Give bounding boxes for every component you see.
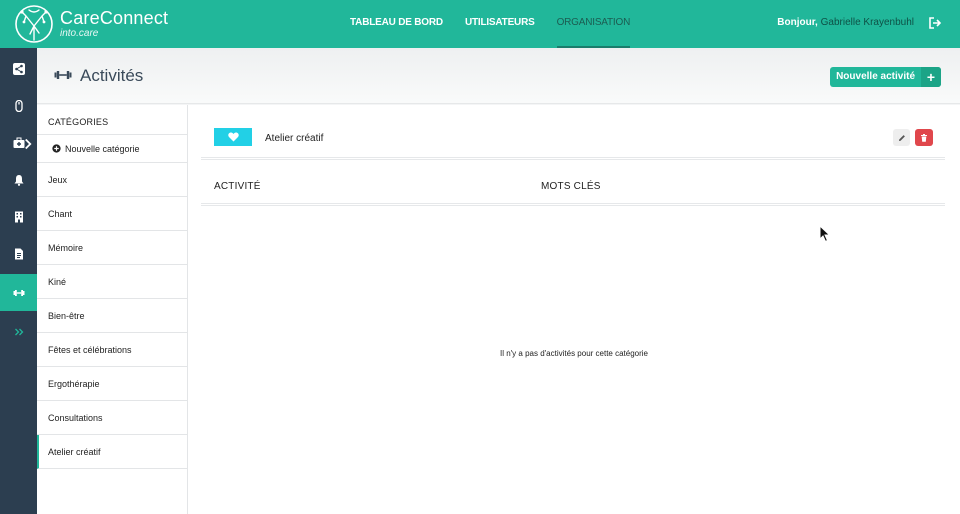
categories-panel: CATÉGORIES Nouvelle catégorie Jeux Chant… bbox=[37, 105, 188, 514]
main-nav: TABLEAU DE BORD UTILISATEURS ORGANISATIO… bbox=[350, 0, 652, 48]
user-greeting[interactable]: Bonjour, Gabrielle Krayenbuhl bbox=[777, 17, 914, 28]
rail-item-medkit[interactable] bbox=[0, 124, 37, 161]
category-item-atelier-creatif[interactable]: Atelier créatif bbox=[37, 435, 187, 469]
category-item-jeux[interactable]: Jeux bbox=[37, 163, 187, 197]
logout-icon[interactable] bbox=[928, 16, 942, 30]
category-color-chip bbox=[214, 128, 252, 146]
pencil-icon bbox=[898, 134, 905, 141]
share-icon bbox=[12, 62, 25, 75]
category-item-memoire[interactable]: Mémoire bbox=[37, 231, 187, 265]
delete-category-button[interactable] bbox=[915, 129, 933, 146]
building-icon bbox=[14, 211, 23, 222]
column-header-activity[interactable]: ACTIVITÉ bbox=[214, 181, 261, 192]
double-chevron-right-icon bbox=[14, 328, 23, 335]
heart-icon bbox=[227, 132, 239, 142]
brand-name: CareConnect bbox=[60, 8, 169, 28]
user-name: Gabrielle Krayenbuhl bbox=[820, 17, 914, 28]
activities-table-header: ACTIVITÉ MOTS CLÉS bbox=[201, 163, 945, 206]
nav-tableau-de-bord[interactable]: TABLEAU DE BORD bbox=[350, 0, 443, 48]
dumbbell-icon bbox=[54, 71, 72, 79]
greeting-text: Bonjour, bbox=[777, 17, 818, 28]
nav-utilisateurs[interactable]: UTILISATEURS bbox=[465, 0, 535, 48]
new-activity-button[interactable]: Nouvelle activité + bbox=[830, 67, 941, 87]
trash-icon bbox=[921, 133, 927, 142]
new-category-label: Nouvelle catégorie bbox=[65, 143, 140, 154]
category-item-chant[interactable]: Chant bbox=[37, 197, 187, 231]
selected-category-row: Atelier créatif bbox=[201, 105, 945, 160]
dumbbell-icon bbox=[13, 289, 24, 296]
category-item-consultations[interactable]: Consultations bbox=[37, 401, 187, 435]
brand-subtitle: into.care bbox=[60, 28, 99, 39]
new-category-button[interactable]: Nouvelle catégorie bbox=[37, 135, 187, 163]
rail-item-mouse[interactable] bbox=[0, 87, 37, 124]
left-rail bbox=[0, 48, 37, 514]
column-header-keywords[interactable]: MOTS CLÉS bbox=[541, 181, 601, 192]
brand: CareConnect into.care bbox=[60, 8, 168, 40]
activities-content: Atelier créatif ACTIVITÉ MOTS CLÉS Il n'… bbox=[188, 105, 960, 514]
category-item-ergotherapie[interactable]: Ergothérapie bbox=[37, 367, 187, 401]
rail-item-notifications[interactable] bbox=[0, 161, 37, 198]
category-item-fetes[interactable]: Fêtes et célébrations bbox=[37, 333, 187, 367]
top-navigation-bar: CareConnect into.care TABLEAU DE BORD UT… bbox=[0, 0, 960, 48]
rail-item-expand[interactable] bbox=[0, 313, 37, 350]
selected-category-name: Atelier créatif bbox=[265, 133, 324, 144]
mouse-cursor-icon bbox=[819, 225, 831, 243]
document-icon bbox=[14, 248, 23, 259]
page-header: Activités Nouvelle activité + bbox=[37, 48, 960, 104]
category-item-kine[interactable]: Kiné bbox=[37, 265, 187, 299]
plus-icon: + bbox=[921, 67, 941, 87]
rail-item-building[interactable] bbox=[0, 198, 37, 235]
new-activity-label: Nouvelle activité bbox=[836, 71, 915, 82]
careconnect-logo-icon[interactable] bbox=[14, 4, 54, 44]
rail-item-share[interactable] bbox=[0, 50, 37, 87]
bell-icon bbox=[14, 174, 23, 186]
rail-item-activities[interactable] bbox=[0, 274, 37, 311]
nav-organisation[interactable]: ORGANISATION bbox=[556, 0, 630, 48]
chevron-right-icon bbox=[25, 138, 32, 150]
plus-circle-icon bbox=[52, 144, 61, 153]
mouse-icon bbox=[14, 99, 23, 112]
categories-header: CATÉGORIES bbox=[37, 105, 187, 135]
edit-category-button[interactable] bbox=[893, 129, 910, 146]
rail-item-documents[interactable] bbox=[0, 235, 37, 272]
category-item-bien-etre[interactable]: Bien-être bbox=[37, 299, 187, 333]
page-title: Activités bbox=[80, 66, 144, 85]
empty-state-message: Il n'y a pas d'activités pour cette caté… bbox=[499, 349, 649, 358]
